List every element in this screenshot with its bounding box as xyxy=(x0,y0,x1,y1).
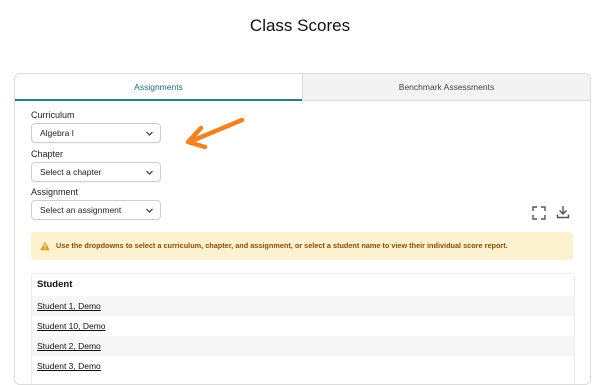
chevron-down-icon xyxy=(146,131,153,136)
page-title: Class Scores xyxy=(249,16,351,35)
info-alert: Use the dropdowns to select a curriculum… xyxy=(31,232,573,260)
assignment-select-value: Select an assignment xyxy=(40,205,122,215)
warning-icon xyxy=(40,241,50,251)
chevron-down-icon xyxy=(146,170,153,175)
annotation-arrow-icon xyxy=(185,117,245,150)
curriculum-label: Curriculum xyxy=(31,110,75,120)
table-row: Student 10, Demo xyxy=(32,316,574,336)
student-table: Student Student 1, Demo Student 10, Demo… xyxy=(31,273,575,384)
chapter-select-value: Select a chapter xyxy=(40,167,102,177)
assignment-select[interactable]: Select an assignment xyxy=(31,200,161,220)
table-row: Student 2, Demo xyxy=(32,336,574,356)
download-icon[interactable] xyxy=(556,205,570,219)
student-link[interactable]: Student 3, Demo xyxy=(37,361,101,371)
table-row: Student 3, Demo xyxy=(32,356,574,376)
fullscreen-icon[interactable] xyxy=(532,206,546,220)
table-header-student: Student xyxy=(37,279,73,290)
table-row: Student 1, Demo xyxy=(32,296,574,316)
chapter-label: Chapter xyxy=(31,149,64,159)
curriculum-select-value: Algebra I xyxy=(40,128,75,138)
chapter-select[interactable]: Select a chapter xyxy=(31,162,161,182)
student-link[interactable]: Student 10, Demo xyxy=(37,321,106,331)
tab-benchmark-assessments[interactable]: Benchmark Assessments xyxy=(302,74,590,101)
student-link[interactable]: Student 2, Demo xyxy=(37,341,101,351)
chevron-down-icon xyxy=(146,208,153,213)
curriculum-select[interactable]: Algebra I xyxy=(31,123,161,143)
class-scores-card: Assignments Benchmark Assessments Curric… xyxy=(14,73,591,385)
tab-assignments[interactable]: Assignments xyxy=(15,74,302,101)
tab-bar: Assignments Benchmark Assessments xyxy=(15,74,590,101)
assignment-label: Assignment xyxy=(31,187,79,197)
alert-message: Use the dropdowns to select a curriculum… xyxy=(56,241,508,250)
student-link[interactable]: Student 1, Demo xyxy=(37,301,101,311)
